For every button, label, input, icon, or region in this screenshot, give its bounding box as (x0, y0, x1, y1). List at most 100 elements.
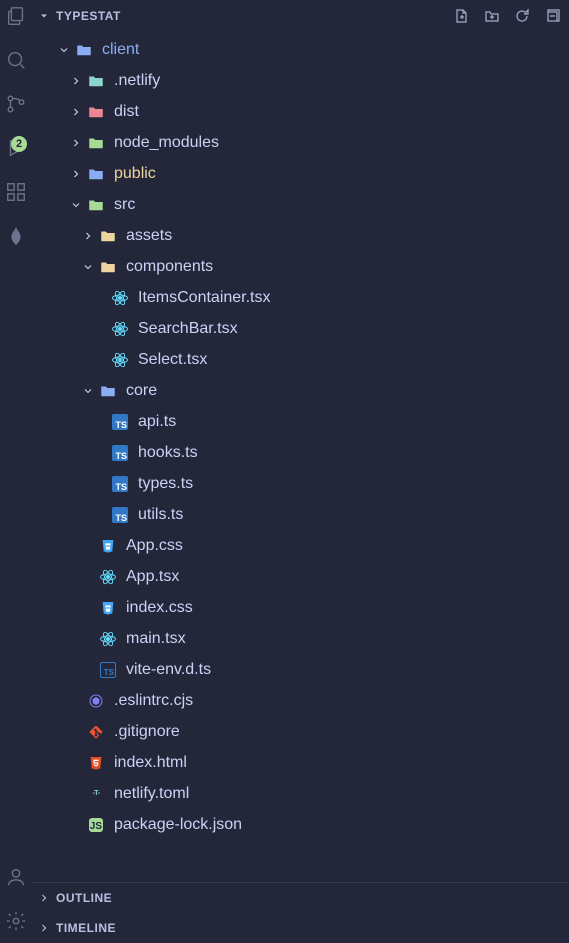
chevron-down-icon[interactable] (56, 42, 72, 58)
tree-item-label: dist (114, 103, 139, 121)
file-.gitignore[interactable]: .gitignore (32, 716, 569, 747)
css-icon (98, 536, 118, 556)
file-index.html[interactable]: index.html (32, 747, 569, 778)
tree-item-label: ItemsContainer.tsx (138, 289, 271, 307)
file-hooks.ts[interactable]: TShooks.ts (32, 437, 569, 468)
account-icon[interactable] (4, 865, 28, 889)
tree-item-label: Select.tsx (138, 351, 207, 369)
twisty-spacer (68, 724, 84, 740)
tree-item-label: client (102, 41, 139, 59)
twisty-spacer (92, 290, 108, 306)
timeline-section-header[interactable]: TIMELINE (32, 913, 569, 943)
chevron-right-icon[interactable] (68, 166, 84, 182)
twisty-spacer (92, 476, 108, 492)
file-ItemsContainer.tsx[interactable]: ItemsContainer.tsx (32, 282, 569, 313)
chevron-right-icon[interactable] (68, 73, 84, 89)
twisty-spacer (68, 786, 84, 802)
twisty-spacer (80, 600, 96, 616)
folder-core[interactable]: core (32, 375, 569, 406)
folder-icon (86, 71, 106, 91)
file-SearchBar.tsx[interactable]: SearchBar.tsx (32, 313, 569, 344)
settings-icon[interactable] (4, 909, 28, 933)
timeline-title: TIMELINE (56, 921, 116, 935)
typescript-icon: TS (110, 412, 130, 432)
outline-section-header[interactable]: OUTLINE (32, 883, 569, 913)
explorer-actions (453, 7, 561, 25)
file-utils.ts[interactable]: TSutils.ts (32, 499, 569, 530)
explorer-sidebar: TYPESTAT client .netlify dist node_modulesp… (32, 0, 569, 943)
folder-icon (86, 164, 106, 184)
file-index.css[interactable]: index.css (32, 592, 569, 623)
files-icon[interactable] (4, 4, 28, 28)
folder-icon (98, 226, 118, 246)
twisty-spacer (92, 321, 108, 337)
collapse-all-icon[interactable] (543, 7, 561, 25)
tree-item-label: App.css (126, 537, 183, 555)
folder-icon (86, 133, 106, 153)
file-types.ts[interactable]: TStypes.ts (32, 468, 569, 499)
folder-public[interactable]: public (32, 158, 569, 189)
file-Select.tsx[interactable]: Select.tsx (32, 344, 569, 375)
folder-assets[interactable]: assets (32, 220, 569, 251)
chevron-down-icon[interactable] (80, 259, 96, 275)
tree-item-label: vite-env.d.ts (126, 661, 211, 679)
folder-components[interactable]: components (32, 251, 569, 282)
chevron-right-icon[interactable] (80, 228, 96, 244)
tree-item-label: assets (126, 227, 172, 245)
twisty-spacer (80, 631, 96, 647)
twisty-spacer (80, 538, 96, 554)
tree-item-label: main.tsx (126, 630, 186, 648)
folder-icon (98, 381, 118, 401)
folder-.netlify[interactable]: .netlify (32, 65, 569, 96)
tree-item-label: public (114, 165, 156, 183)
tree-item-label: hooks.ts (138, 444, 198, 462)
folder-client[interactable]: client (32, 34, 569, 65)
twisty-spacer (92, 414, 108, 430)
explorer-section-header[interactable]: TYPESTAT (32, 0, 569, 32)
twisty-spacer (92, 507, 108, 523)
outline-title: OUTLINE (56, 891, 112, 905)
folder-node_modules[interactable]: node_modules (32, 127, 569, 158)
tree-item-label: package-lock.json (114, 816, 242, 834)
chevron-right-icon[interactable] (68, 135, 84, 151)
tree-item-label: .netlify (114, 72, 160, 90)
tree-item-label: SearchBar.tsx (138, 320, 238, 338)
folder-dist[interactable]: dist (32, 96, 569, 127)
react-icon (98, 629, 118, 649)
new-folder-icon[interactable] (483, 7, 501, 25)
file-package-lock.json[interactable]: JSpackage-lock.json (32, 809, 569, 840)
tree-item-label: api.ts (138, 413, 176, 431)
folder-icon (86, 102, 106, 122)
git-icon (86, 722, 106, 742)
source-control-icon[interactable] (4, 92, 28, 116)
tree-item-label: utils.ts (138, 506, 183, 524)
folder-src[interactable]: src (32, 189, 569, 220)
file-netlify.toml[interactable]: -T-netlify.toml (32, 778, 569, 809)
tree-item-label: .eslintrc.cjs (114, 692, 193, 710)
twisty-spacer (68, 755, 84, 771)
chevron-down-icon[interactable] (80, 383, 96, 399)
toml-icon: -T- (86, 784, 106, 804)
tree-item-label: netlify.toml (114, 785, 189, 803)
file-.eslintrc.cjs[interactable]: .eslintrc.cjs (32, 685, 569, 716)
css-icon (98, 598, 118, 618)
extensions-icon[interactable] (4, 180, 28, 204)
chevron-down-icon (36, 8, 52, 24)
file-App.css[interactable]: App.css (32, 530, 569, 561)
file-main.tsx[interactable]: main.tsx (32, 623, 569, 654)
twisty-spacer (68, 693, 84, 709)
file-vite-env.d.ts[interactable]: TSvite-env.d.ts (32, 654, 569, 685)
file-api.ts[interactable]: TS api.ts (32, 406, 569, 437)
chevron-down-icon[interactable] (68, 197, 84, 213)
chevron-right-icon[interactable] (68, 104, 84, 120)
file-tree: client .netlify dist node_modulespublic src a… (32, 32, 569, 882)
tree-item-label: components (126, 258, 213, 276)
new-file-icon[interactable] (453, 7, 471, 25)
refresh-icon[interactable] (513, 7, 531, 25)
mongodb-icon[interactable] (4, 224, 28, 248)
typescript-icon: TS (110, 474, 130, 494)
react-icon (98, 567, 118, 587)
folder-icon (74, 40, 94, 60)
file-App.tsx[interactable]: App.tsx (32, 561, 569, 592)
search-icon[interactable] (4, 48, 28, 72)
